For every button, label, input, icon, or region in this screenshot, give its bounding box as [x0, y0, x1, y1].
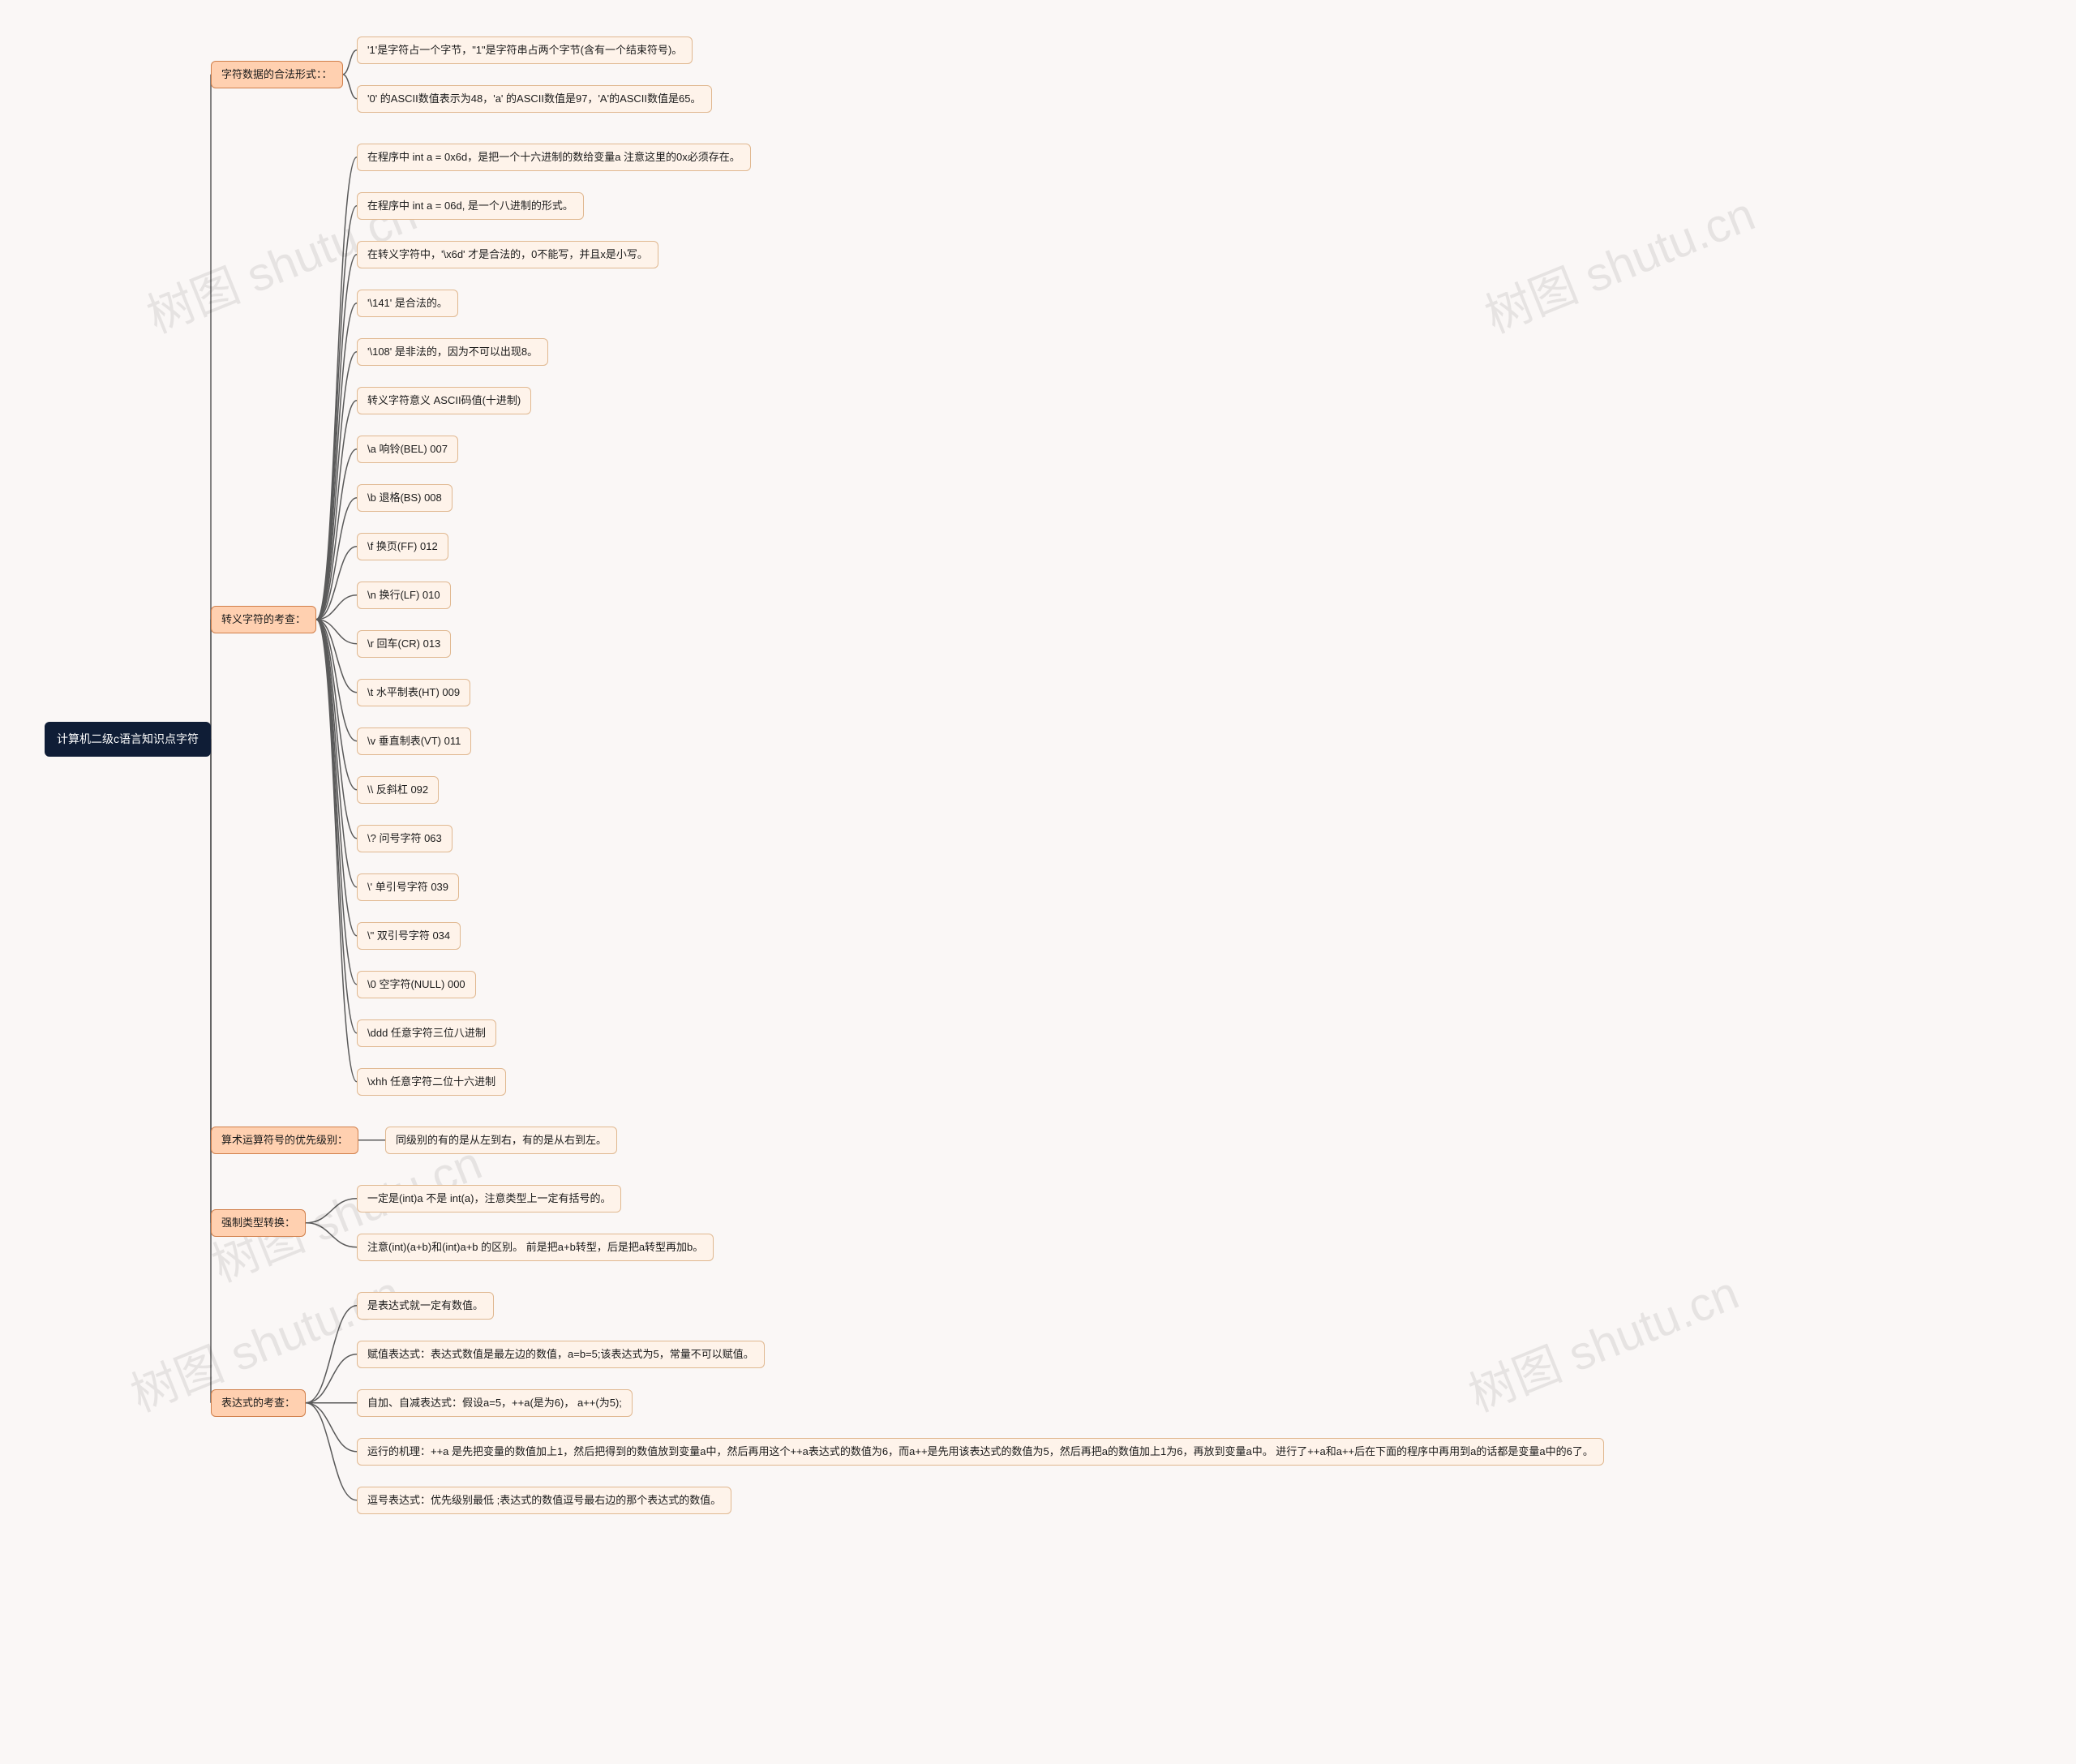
- leaf-node[interactable]: \v 垂直制表(VT) 011: [357, 727, 471, 755]
- branch-expression-exam[interactable]: 表达式的考查：: [211, 1389, 306, 1417]
- leaf-node[interactable]: \ddd 任意字符三位八进制: [357, 1019, 496, 1047]
- watermark: 树图 shutu.cn: [1457, 1255, 1747, 1425]
- leaf-node[interactable]: \" 双引号字符 034: [357, 922, 461, 950]
- leaf-node[interactable]: \a 响铃(BEL) 007: [357, 436, 458, 463]
- leaf-node[interactable]: \n 换行(LF) 010: [357, 582, 451, 609]
- leaf-node[interactable]: \b 退格(BS) 008: [357, 484, 453, 512]
- leaf-node[interactable]: 赋值表达式：表达式数值是最左边的数值，a=b=5;该表达式为5，常量不可以赋值。: [357, 1341, 765, 1368]
- leaf-node[interactable]: \t 水平制表(HT) 009: [357, 679, 470, 706]
- leaf-node[interactable]: 是表达式就一定有数值。: [357, 1292, 494, 1320]
- branch-escape-chars[interactable]: 转义字符的考查：: [211, 606, 316, 633]
- leaf-node[interactable]: 注意(int)(a+b)和(int)a+b 的区别。 前是把a+b转型，后是把a…: [357, 1234, 714, 1261]
- leaf-node[interactable]: '\141' 是合法的。: [357, 290, 458, 317]
- leaf-node[interactable]: '1'是字符占一个字节，"1"是字符串占两个字节(含有一个结束符号)。: [357, 36, 693, 64]
- connector-lines: [0, 0, 2076, 1764]
- leaf-node[interactable]: 自加、自减表达式：假设a=5，++a(是为6)， a++(为5);: [357, 1389, 633, 1417]
- watermark: 树图 shutu.cn: [1473, 176, 1763, 346]
- leaf-node[interactable]: \xhh 任意字符二位十六进制: [357, 1068, 506, 1096]
- leaf-node[interactable]: 一定是(int)a 不是 int(a)，注意类型上一定有括号的。: [357, 1185, 621, 1212]
- leaf-node[interactable]: '\108' 是非法的，因为不可以出现8。: [357, 338, 548, 366]
- leaf-node[interactable]: \r 回车(CR) 013: [357, 630, 451, 658]
- leaf-node[interactable]: 在程序中 int a = 0x6d，是把一个十六进制的数给变量a 注意这里的0x…: [357, 144, 751, 171]
- leaf-node[interactable]: \\ 反斜杠 092: [357, 776, 439, 804]
- leaf-node[interactable]: \f 换页(FF) 012: [357, 533, 448, 560]
- root-node[interactable]: 计算机二级c语言知识点字符: [45, 722, 211, 757]
- leaf-node[interactable]: 在转义字符中，'\x6d' 才是合法的，0不能写，并且x是小写。: [357, 241, 658, 268]
- leaf-node[interactable]: 同级别的有的是从左到右，有的是从右到左。: [385, 1127, 617, 1154]
- leaf-node[interactable]: \0 空字符(NULL) 000: [357, 971, 476, 998]
- branch-arithmetic-priority[interactable]: 算术运算符号的优先级别：: [211, 1127, 358, 1154]
- mindmap-canvas: 树图 shutu.cn 树图 shutu.cn 树图 shutu.cn 树图 s…: [0, 0, 2076, 1764]
- leaf-node[interactable]: \? 问号字符 063: [357, 825, 453, 852]
- leaf-node[interactable]: 转义字符意义 ASCII码值(十进制): [357, 387, 531, 414]
- leaf-node[interactable]: '0' 的ASCII数值表示为48，'a' 的ASCII数值是97，'A'的AS…: [357, 85, 712, 113]
- branch-char-data-forms[interactable]: 字符数据的合法形式：：: [211, 61, 343, 88]
- leaf-node[interactable]: 在程序中 int a = 06d, 是一个八进制的形式。: [357, 192, 584, 220]
- leaf-node[interactable]: 运行的机理：++a 是先把变量的数值加上1，然后把得到的数值放到变量a中，然后再…: [357, 1438, 1604, 1466]
- leaf-node[interactable]: \' 单引号字符 039: [357, 873, 459, 901]
- leaf-node[interactable]: 逗号表达式：优先级别最低 ;表达式的数值逗号最右边的那个表达式的数值。: [357, 1487, 731, 1514]
- branch-type-cast[interactable]: 强制类型转换：: [211, 1209, 306, 1237]
